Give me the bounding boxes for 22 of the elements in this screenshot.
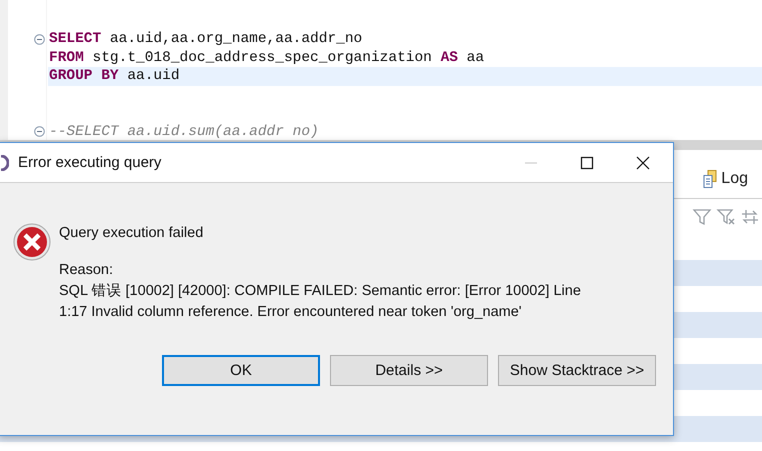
dialog-button[interactable]: Show Stacktrace >>	[498, 355, 656, 386]
code-line: FROM stg.t_018_doc_address_spec_organization AS aa	[49, 48, 484, 67]
error-icon	[13, 223, 51, 261]
code-comment: --SELECT aa.uid.sum(aa.addr no)	[49, 122, 319, 141]
clear-filter-icon[interactable]	[716, 207, 736, 227]
filter-icon[interactable]	[692, 207, 712, 227]
fold-icon[interactable]	[34, 126, 45, 138]
maximize-icon[interactable]	[579, 154, 595, 170]
app-icon	[1, 154, 9, 170]
code-line: SELECT aa.uid,aa.org_name,aa.addr_no	[49, 30, 362, 48]
dialog-button[interactable]: OK	[162, 355, 320, 386]
arrows-icon[interactable]	[740, 207, 760, 227]
code-line: GROUP BY aa.uid	[49, 67, 180, 86]
window-title: Error executing query	[18, 154, 162, 171]
log-icon	[703, 170, 718, 188]
fold-icon[interactable]	[34, 34, 45, 45]
close-icon[interactable]	[635, 154, 651, 170]
dialog-button[interactable]: Details >>	[330, 355, 488, 386]
reason-label: Reason:	[59, 261, 114, 280]
error-heading: Query execution failed	[59, 225, 204, 241]
error-message: SQL 错误 [10002] [42000]: COMPILE FAILED: Semantic error: [Error 10002] Line 1:17 Invalid column reference. Error encountered near token 'org_name'	[59, 282, 582, 322]
log-tab[interactable]: Log	[703, 170, 748, 188]
